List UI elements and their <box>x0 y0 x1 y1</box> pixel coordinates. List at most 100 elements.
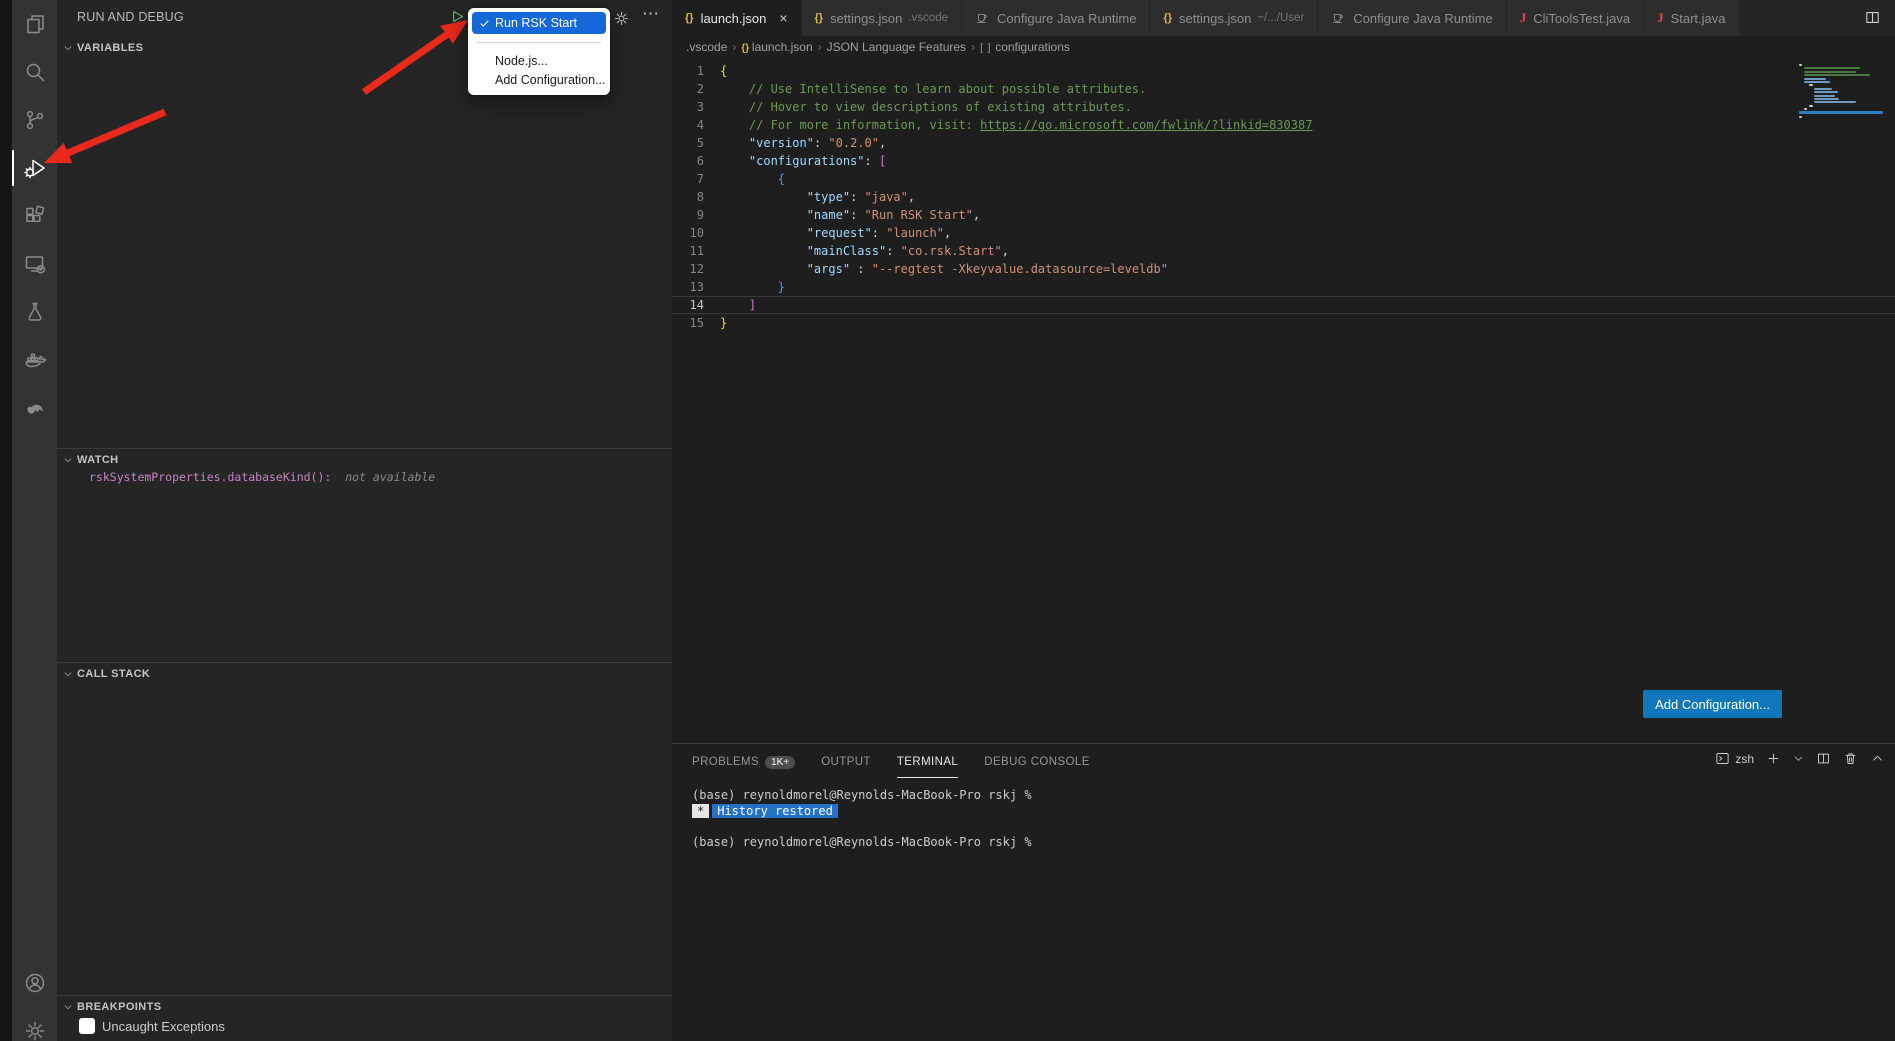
menu-item-node-js-[interactable]: Node.js... <box>468 51 610 70</box>
panel-tab-problems[interactable]: PROBLEMS1K+ <box>692 744 795 778</box>
section-breakpoints[interactable]: BREAKPOINTS <box>57 995 672 1018</box>
java-runtime-cup-icon <box>1331 11 1346 26</box>
activity-bar-item-remote-explorer[interactable] <box>12 240 57 288</box>
breadcrumb-item[interactable]: {} launch.json <box>741 40 812 54</box>
line-number: 5 <box>672 134 704 152</box>
code-line-15: 15} <box>672 314 1895 332</box>
code-line-5: 5 "version": "0.2.0", <box>672 134 1895 152</box>
panel-tab-debug-console[interactable]: DEBUG CONSOLE <box>984 744 1090 778</box>
breadcrumb-item[interactable]: JSON Language Features <box>827 40 966 54</box>
chevron-down-icon <box>63 1002 73 1012</box>
watch-expression-row[interactable]: rskSystemProperties.databaseKind(): not … <box>89 470 435 484</box>
editor-tab-launch-json[interactable]: {}launch.json× <box>672 0 802 36</box>
activity-bar-item-accounts[interactable] <box>12 959 57 1007</box>
launch-profile-chevron-icon[interactable] <box>1793 753 1804 764</box>
files-icon <box>23 12 47 36</box>
activity-bar-item-source-control[interactable] <box>12 96 57 144</box>
terminal-line: *History restored <box>692 804 1032 820</box>
minimap-row <box>1804 74 1870 76</box>
array-brackets-icon: [ ] <box>980 43 995 54</box>
split-editor-icon[interactable] <box>1864 9 1881 26</box>
add-configuration-button[interactable]: Add Configuration... <box>1643 690 1782 718</box>
remote-icon <box>23 252 47 276</box>
code-line-12: 12 "args" : "--regtest -Xkeyvalue.dataso… <box>672 260 1895 278</box>
minimap-row <box>1804 108 1807 110</box>
tab-label: Configure Java Runtime <box>1353 11 1492 26</box>
editor-tab-settings-json[interactable]: {}settings.json~/.../User <box>1150 0 1318 36</box>
breadcrumb-item[interactable]: .vscode <box>686 40 727 54</box>
line-number: 6 <box>672 152 704 170</box>
editor-tab-clitoolstest-java[interactable]: JCliToolsTest.java <box>1507 0 1644 36</box>
code-text: "type": "java", <box>720 188 915 206</box>
minimap-row <box>1804 81 1830 83</box>
split-terminal-icon[interactable] <box>1816 751 1831 766</box>
close-icon[interactable]: × <box>779 10 787 26</box>
json-braces-icon: {} <box>815 12 824 24</box>
activity-bar-item-gradle[interactable] <box>12 384 57 432</box>
code-line-8: 8 "type": "java", <box>672 188 1895 206</box>
activity-bar-item-extensions[interactable] <box>12 192 57 240</box>
code-line-14: 14 ] <box>672 296 1895 314</box>
code-line-3: 3 // Hover to view descriptions of exist… <box>672 98 1895 116</box>
editor-tab-configure-java-runtime[interactable]: Configure Java Runtime <box>962 0 1150 36</box>
launch-settings-gear-icon[interactable] <box>613 10 630 27</box>
activity-bar-item-search[interactable] <box>12 48 57 96</box>
panel-tabs: PROBLEMS1K+ OUTPUT TERMINAL DEBUG CONSOLE <box>692 744 1090 778</box>
code-line-4: 4 // For more information, visit: https:… <box>672 116 1895 134</box>
minimap-row <box>1809 105 1813 107</box>
bottom-panel: PROBLEMS1K+ OUTPUT TERMINAL DEBUG CONSOLE z… <box>672 743 1895 1041</box>
gear-icon <box>23 1019 47 1041</box>
run-debug-sidebar: RUN AND DEBUG ⋯ VARIABLES WATCH rskSyste… <box>57 0 672 1041</box>
editor-tab-start-java[interactable]: JStart.java <box>1644 0 1739 36</box>
code-line-9: 9 "name": "Run RSK Start", <box>672 206 1895 224</box>
section-call-stack[interactable]: CALL STACK <box>57 662 672 685</box>
editor-tab-settings-json[interactable]: {}settings.json.vscode <box>802 0 962 36</box>
line-number: 10 <box>672 224 704 242</box>
code-text: "request": "launch", <box>720 224 951 242</box>
code-line-6: 6 "configurations": [ <box>672 152 1895 170</box>
activity-bar <box>12 0 57 1041</box>
minimap-row <box>1814 101 1856 103</box>
breadcrumb-separator: › <box>971 40 975 54</box>
java-runtime-cup-icon <box>975 11 990 26</box>
background-window-edge <box>0 0 12 1041</box>
code-editor[interactable]: 1{2 // Use IntelliSense to learn about p… <box>672 58 1895 743</box>
watch-expression: rskSystemProperties.databaseKind(): <box>89 470 331 484</box>
terminal-shell-selector[interactable]: zsh <box>1715 751 1754 766</box>
start-debugging-icon[interactable] <box>450 9 465 24</box>
panel-tab-terminal[interactable]: TERMINAL <box>897 744 958 778</box>
java-file-icon: J <box>1520 10 1527 26</box>
editor-tab-configure-java-runtime[interactable]: Configure Java Runtime <box>1318 0 1506 36</box>
menu-item-run-rsk-start[interactable]: Run RSK Start <box>472 12 606 34</box>
watch-value: not available <box>338 470 435 484</box>
code-text: // For more information, visit: https://… <box>720 116 1312 134</box>
panel-tab-output[interactable]: OUTPUT <box>821 744 871 778</box>
breadcrumb-item[interactable]: [ ] configurations <box>980 40 1070 54</box>
code-line-2: 2 // Use IntelliSense to learn about pos… <box>672 80 1895 98</box>
minimap[interactable] <box>1799 64 1883 130</box>
breadcrumb: .vscode›{} launch.json›JSON Language Fea… <box>672 36 1895 58</box>
activity-bar-item-explorer[interactable] <box>12 0 57 48</box>
code-line-10: 10 "request": "launch", <box>672 224 1895 242</box>
breakpoint-checkbox[interactable] <box>79 1018 95 1034</box>
line-number: 15 <box>672 314 704 332</box>
chevron-down-icon <box>63 669 73 679</box>
section-watch[interactable]: WATCH <box>57 448 672 471</box>
minimap-row <box>1799 116 1802 118</box>
views-more-actions-icon[interactable]: ⋯ <box>642 4 660 24</box>
json-braces-icon: {} <box>1163 12 1172 24</box>
maximize-panel-chevron-icon[interactable] <box>1870 751 1885 766</box>
history-restored-text: History restored <box>712 804 838 818</box>
activity-bar-item-docker[interactable] <box>12 336 57 384</box>
activity-bar-top <box>12 0 57 432</box>
breakpoint-label: Uncaught Exceptions <box>102 1019 225 1034</box>
activity-bar-item-testing[interactable] <box>12 288 57 336</box>
tab-label: Configure Java Runtime <box>997 11 1136 26</box>
activity-bar-item-run-and-debug[interactable] <box>12 144 57 192</box>
terminal-output[interactable]: (base) reynoldmorel@Reynolds-MacBook-Pro… <box>692 788 1032 850</box>
kill-terminal-trash-icon[interactable] <box>1843 751 1858 766</box>
activity-bar-item-manage[interactable] <box>12 1007 57 1041</box>
menu-item-add-configuration-[interactable]: Add Configuration... <box>468 70 610 89</box>
new-terminal-icon[interactable] <box>1766 751 1781 766</box>
account-icon <box>23 971 47 995</box>
